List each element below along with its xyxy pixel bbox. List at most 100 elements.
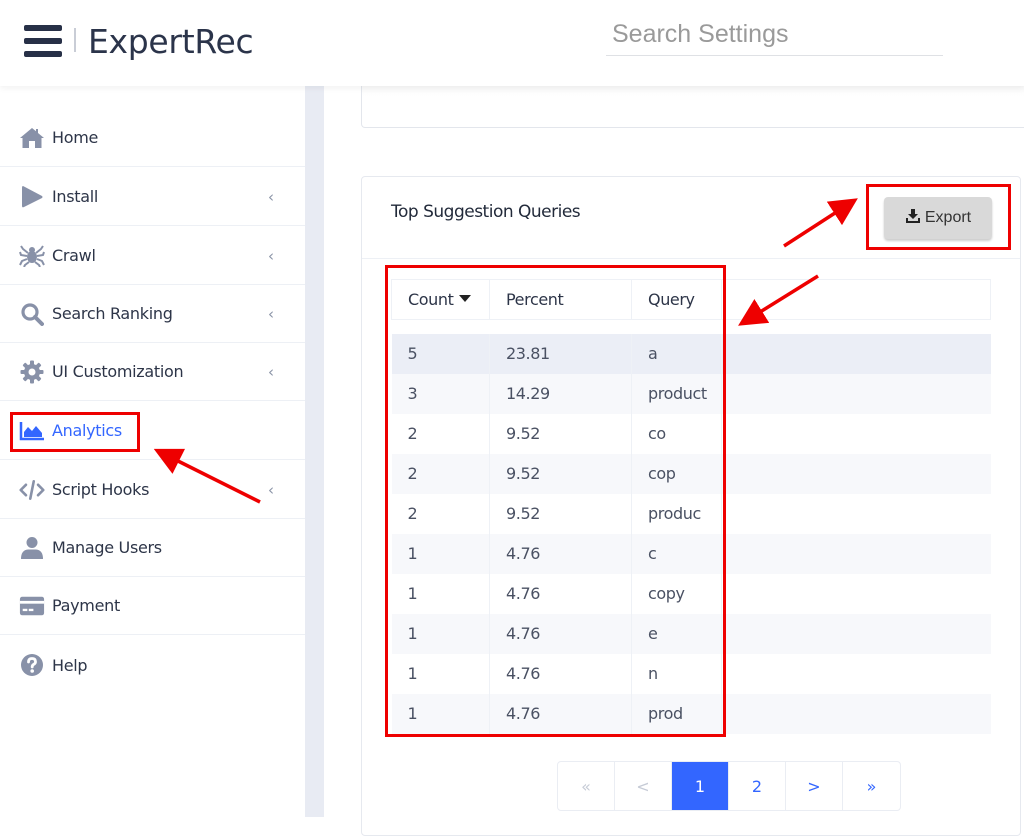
user-icon xyxy=(19,536,45,560)
cell-spacer xyxy=(721,653,991,694)
play-icon xyxy=(19,185,45,209)
table-row: 5 23.81 a xyxy=(391,333,991,374)
cell-query: product xyxy=(631,373,722,414)
table-row: 1 4.76 n xyxy=(391,653,991,694)
suggestion-queries-table: Count Percent Query 5 23.81 a 3 14.29 product… xyxy=(391,279,991,734)
cell-count: 5 xyxy=(391,333,490,374)
sidebar-item-label: Manage Users xyxy=(52,538,162,557)
sidebar-item-label: Crawl xyxy=(52,246,96,265)
brand-logo[interactable]: ExpertRec xyxy=(88,22,254,61)
area-chart-icon xyxy=(19,419,45,443)
cell-spacer xyxy=(721,453,991,494)
cell-percent: 4.76 xyxy=(489,653,632,694)
sidebar-item-label: UI Customization xyxy=(52,362,184,381)
question-circle-icon xyxy=(19,653,45,677)
table-row: 1 4.76 prod xyxy=(391,693,991,734)
chevron-left-icon: ‹ xyxy=(268,480,274,499)
cell-percent: 4.76 xyxy=(489,693,632,734)
cell-percent: 9.52 xyxy=(489,413,632,454)
cell-count: 3 xyxy=(391,373,490,414)
chevron-left-icon: ‹ xyxy=(268,187,274,206)
search-settings-input[interactable] xyxy=(606,14,943,56)
page-2-button[interactable]: 2 xyxy=(729,762,786,810)
export-button[interactable]: Export xyxy=(884,197,992,239)
cell-spacer xyxy=(721,693,991,734)
table-row: 2 9.52 co xyxy=(391,413,991,454)
cell-spacer xyxy=(721,573,991,614)
credit-card-icon xyxy=(19,594,45,618)
cell-query: copy xyxy=(631,573,722,614)
sort-desc-icon xyxy=(458,295,471,302)
sidebar-item-crawl[interactable]: Crawl ‹ xyxy=(0,227,305,285)
last-page-button[interactable]: » xyxy=(843,762,900,810)
cell-count: 2 xyxy=(391,493,490,534)
cell-count: 1 xyxy=(391,693,490,734)
chevron-left-icon: ‹ xyxy=(268,246,274,265)
cell-percent: 23.81 xyxy=(489,333,632,374)
code-icon xyxy=(19,478,45,502)
sidebar-item-manage-users[interactable]: Manage Users xyxy=(0,519,305,577)
cell-percent: 4.76 xyxy=(489,573,632,614)
sidebar-item-label: Help xyxy=(52,655,88,675)
sidebar-item-help[interactable]: Help xyxy=(0,636,305,694)
cell-query: e xyxy=(631,613,722,654)
spider-icon xyxy=(19,244,45,268)
main-content: Top Suggestion Queries Export Count Perc… xyxy=(324,76,1024,836)
column-header-query[interactable]: Query xyxy=(631,279,722,320)
sidebar-item-analytics[interactable]: Analytics xyxy=(0,402,305,460)
sidebar-item-label: Search Ranking xyxy=(52,304,173,323)
sidebar-item-label: Payment xyxy=(52,596,120,615)
first-page-button[interactable]: « xyxy=(558,762,615,810)
table-row: 3 14.29 product xyxy=(391,373,991,414)
sidebar-item-ui-customization[interactable]: UI Customization ‹ xyxy=(0,343,305,401)
next-page-button[interactable]: > xyxy=(786,762,843,810)
cell-query: c xyxy=(631,533,722,574)
table-row: 1 4.76 e xyxy=(391,613,991,654)
download-icon xyxy=(905,208,921,229)
gear-icon xyxy=(19,360,45,384)
page-1-button[interactable]: 1 xyxy=(672,762,729,810)
column-header-percent[interactable]: Percent xyxy=(489,279,632,320)
pagination: « < 1 2 > » xyxy=(557,761,901,811)
sidebar-item-home[interactable]: Home xyxy=(0,109,305,167)
top-suggestion-queries-card: Top Suggestion Queries Export Count Perc… xyxy=(361,176,1021,836)
hamburger-menu-icon[interactable] xyxy=(24,25,62,57)
table-row: 1 4.76 c xyxy=(391,533,991,574)
cell-count: 2 xyxy=(391,453,490,494)
cell-count: 1 xyxy=(391,653,490,694)
search-icon xyxy=(19,302,45,326)
cell-spacer xyxy=(721,413,991,454)
export-label: Export xyxy=(924,209,972,226)
cell-count: 1 xyxy=(391,573,490,614)
cell-query: n xyxy=(631,653,722,694)
cell-percent: 4.76 xyxy=(489,533,632,574)
chevron-left-icon: ‹ xyxy=(268,304,274,323)
sidebar-item-label: Analytics xyxy=(52,421,122,440)
sidebar-item-label: Install xyxy=(52,187,99,206)
column-header-spacer xyxy=(721,279,991,320)
cell-count: 1 xyxy=(391,533,490,574)
card-header: Top Suggestion Queries Export xyxy=(362,177,1020,259)
cell-count: 1 xyxy=(391,613,490,654)
cell-percent: 9.52 xyxy=(489,493,632,534)
cell-spacer xyxy=(721,493,991,534)
sidebar-item-payment[interactable]: Payment xyxy=(0,577,305,635)
table-row: 2 9.52 cop xyxy=(391,453,991,494)
cell-query: co xyxy=(631,413,722,454)
cell-count: 2 xyxy=(391,413,490,454)
top-bar: ExpertRec xyxy=(0,0,1024,86)
cell-query: prod xyxy=(631,693,722,734)
sidebar-item-search-ranking[interactable]: Search Ranking ‹ xyxy=(0,285,305,343)
sidebar-item-script-hooks[interactable]: Script Hooks ‹ xyxy=(0,461,305,519)
cell-spacer xyxy=(721,373,991,414)
table-row: 2 9.52 produc xyxy=(391,493,991,534)
sidebar-scrollbar[interactable] xyxy=(305,86,324,817)
cell-query: a xyxy=(631,333,722,374)
cell-percent: 14.29 xyxy=(489,373,632,414)
cell-percent: 9.52 xyxy=(489,453,632,494)
sidebar-item-install[interactable]: Install ‹ xyxy=(0,168,305,226)
card-title: Top Suggestion Queries xyxy=(391,202,581,222)
sidebar-item-label: Home xyxy=(52,128,99,147)
column-header-count[interactable]: Count xyxy=(391,279,490,320)
prev-page-button[interactable]: < xyxy=(615,762,672,810)
